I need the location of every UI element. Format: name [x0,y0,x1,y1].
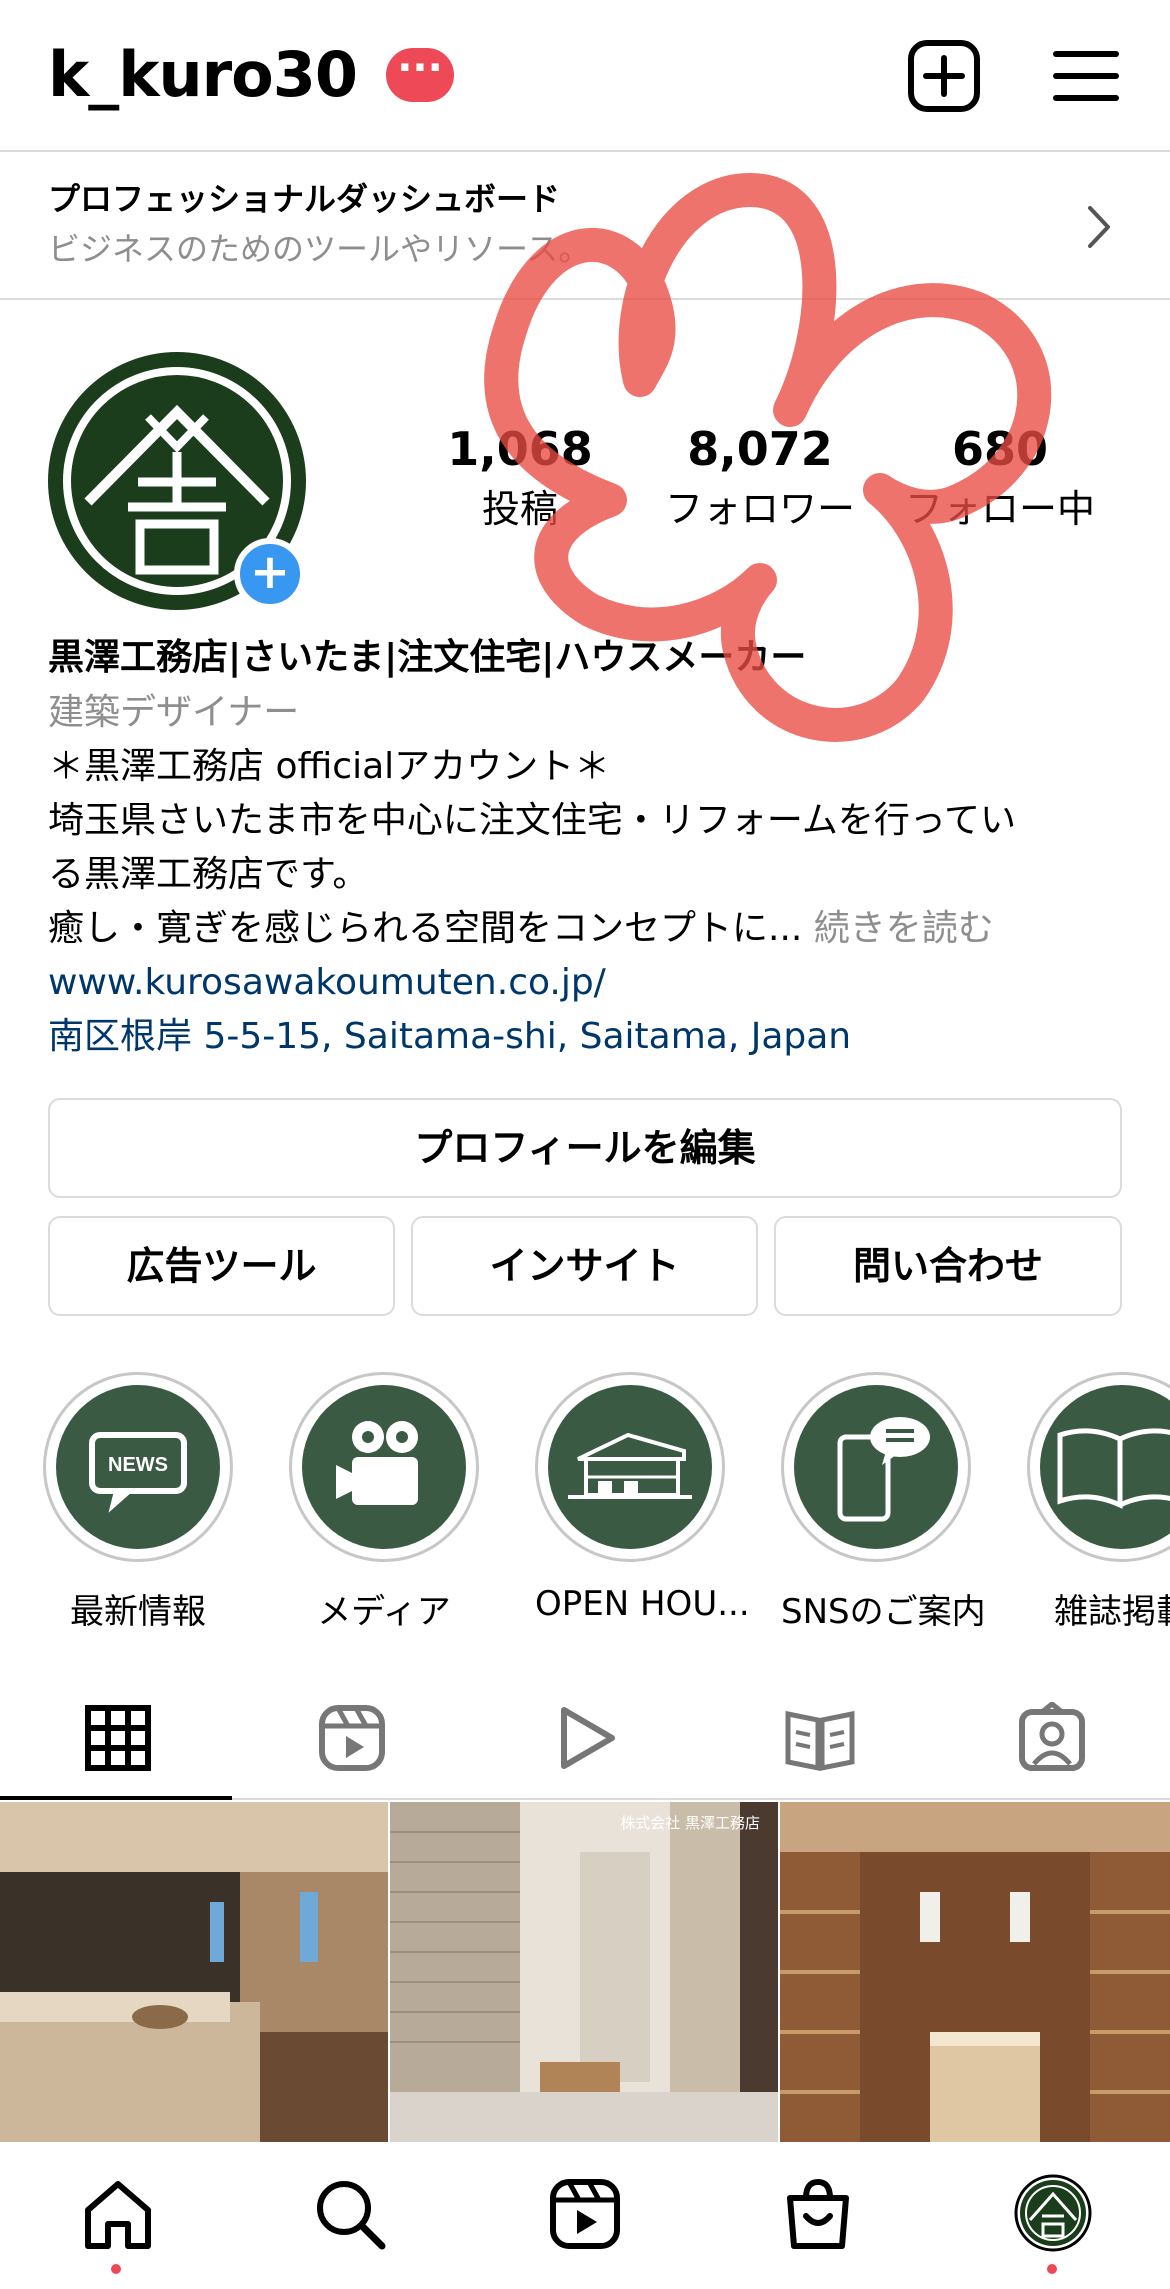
stone-wall-hallway-photo: 株式会社 黒澤工務店 [390,1802,778,2142]
username[interactable]: k_kuro30 [48,38,358,111]
bio-line: 埼玉県さいたま市を中心に注文住宅・リフォームを行ってい [48,800,1017,841]
posts-count: 1,068 [447,422,593,476]
highlight-label: SNSのご案内 [781,1592,986,1632]
website-link[interactable]: www.kurosawakoumuten.co.jp/ [48,956,1128,1010]
add-story-button[interactable]: + [234,538,306,610]
profile-bio: 黒澤工務店|さいたま|注文住宅|ハウスメーカー 建築デザイナー ＊黒澤工務店 o… [48,630,1128,1064]
smartphone-chat-icon [837,1417,930,1522]
grid-icon[interactable] [82,1702,154,1774]
highlight-label: OPEN HOU... [535,1584,750,1624]
active-tab-indicator [0,1796,232,1800]
display-name: 黒澤工務店|さいたま|注文住宅|ハウスメーカー [48,637,807,678]
highlight-cover [302,1385,466,1549]
video-icon[interactable] [550,1702,622,1774]
followers-label: フォロワー [664,487,855,531]
notification-badge[interactable]: ··· [386,48,454,102]
highlight-news[interactable]: NEWS 最新情報 [43,1372,233,1633]
dashboard-subtitle: ビジネスのためのツールやリソース。 [48,230,591,268]
insights-button[interactable]: インサイト [411,1216,758,1316]
stat-followers[interactable]: 8,072 フォロワー [650,422,870,533]
shop-icon[interactable] [780,2176,856,2252]
chevron-right-icon [1088,206,1110,248]
profile-avatar[interactable] [1014,2174,1092,2252]
posts-grid: 株式会社 黒澤工務店 [0,1802,1170,2142]
stat-following[interactable]: 680 フォロー中 [890,422,1110,533]
book-icon [1057,1428,1170,1509]
category-label: 建築デザイナー [48,692,300,733]
house-icon [568,1432,692,1499]
highlight-ring [781,1372,971,1562]
highlight-label: 最新情報 [70,1592,206,1632]
following-count: 680 [951,422,1049,476]
bio-line: 癒し・寛ぎを感じられる空間をコンセプトに... [48,908,803,949]
new-post-icon[interactable] [906,38,982,114]
edit-profile-button[interactable]: プロフィールを編集 [48,1098,1122,1198]
posts-label: 投稿 [481,487,558,531]
search-icon[interactable] [312,2176,388,2252]
ad-tools-button[interactable]: 広告ツール [48,1216,395,1316]
video-camera-icon [336,1421,418,1505]
dashboard-title: プロフェッショナルダッシュボード [48,180,561,218]
home-notification-dot [111,2264,121,2274]
address-link[interactable]: 南区根岸 5-5-15, Saitama-shi, Saitama, Japan [48,1010,1128,1064]
post-tile[interactable]: 株式会社 黒澤工務店 [390,1802,778,2142]
highlight-cover: NEWS [56,1385,220,1549]
following-label: フォロー中 [904,487,1095,531]
highlight-ring [535,1372,725,1562]
profile-tabs [0,1680,1170,1800]
contact-button[interactable]: 問い合わせ [774,1216,1122,1316]
walk-in-closet-photo [780,1802,1170,2142]
guide-icon[interactable] [784,1702,856,1774]
highlight-open-house[interactable]: OPEN HOU... [535,1372,750,1624]
bedroom-photo [0,1802,388,2142]
professional-dashboard[interactable]: プロフェッショナルダッシュボード ビジネスのためのツールやリソース。 [0,150,1170,300]
highlight-cover [794,1385,958,1549]
highlight-ring [1027,1372,1170,1562]
highlight-label: メディア [317,1592,451,1632]
bottom-nav [0,2142,1170,2289]
highlight-cover [1040,1385,1170,1549]
news-icon: NEWS [89,1432,187,1513]
menu-icon[interactable] [1048,38,1124,114]
top-bar: k_kuro30 ··· [0,0,1170,150]
reels-icon[interactable] [316,1702,388,1774]
highlight-sns[interactable]: SNSのご案内 [781,1372,986,1633]
post-tile[interactable] [0,1802,388,2142]
post-overlay-text: 株式会社 黒澤工務店 [620,1814,760,1832]
profile-notification-dot [1047,2264,1057,2274]
followers-count: 8,072 [687,422,833,476]
bio-line: る黒澤工務店です。 [48,854,369,895]
reels-icon[interactable] [547,2176,623,2252]
highlight-label: 雑誌掲載 [1054,1592,1170,1632]
news-icon-text: NEWS [108,1454,168,1476]
highlight-magazine[interactable]: 雑誌掲載 [1027,1372,1170,1633]
highlight-ring: NEWS [43,1372,233,1562]
bio-line: ＊黒澤工務店 officialアカウント＊ [48,746,611,787]
highlight-ring [289,1372,479,1562]
highlight-media[interactable]: メディア [289,1372,479,1633]
read-more-link[interactable]: 続きを読む [814,908,994,949]
highlight-cover [548,1385,712,1549]
post-tile[interactable] [780,1802,1170,2142]
stat-posts[interactable]: 1,068 投稿 [440,422,600,533]
bio-line-truncated: 癒し・寛ぎを感じられる空間をコンセプトに... 続きを読む [48,902,1128,956]
home-icon[interactable] [80,2176,156,2252]
tagged-icon[interactable] [1016,1702,1088,1774]
